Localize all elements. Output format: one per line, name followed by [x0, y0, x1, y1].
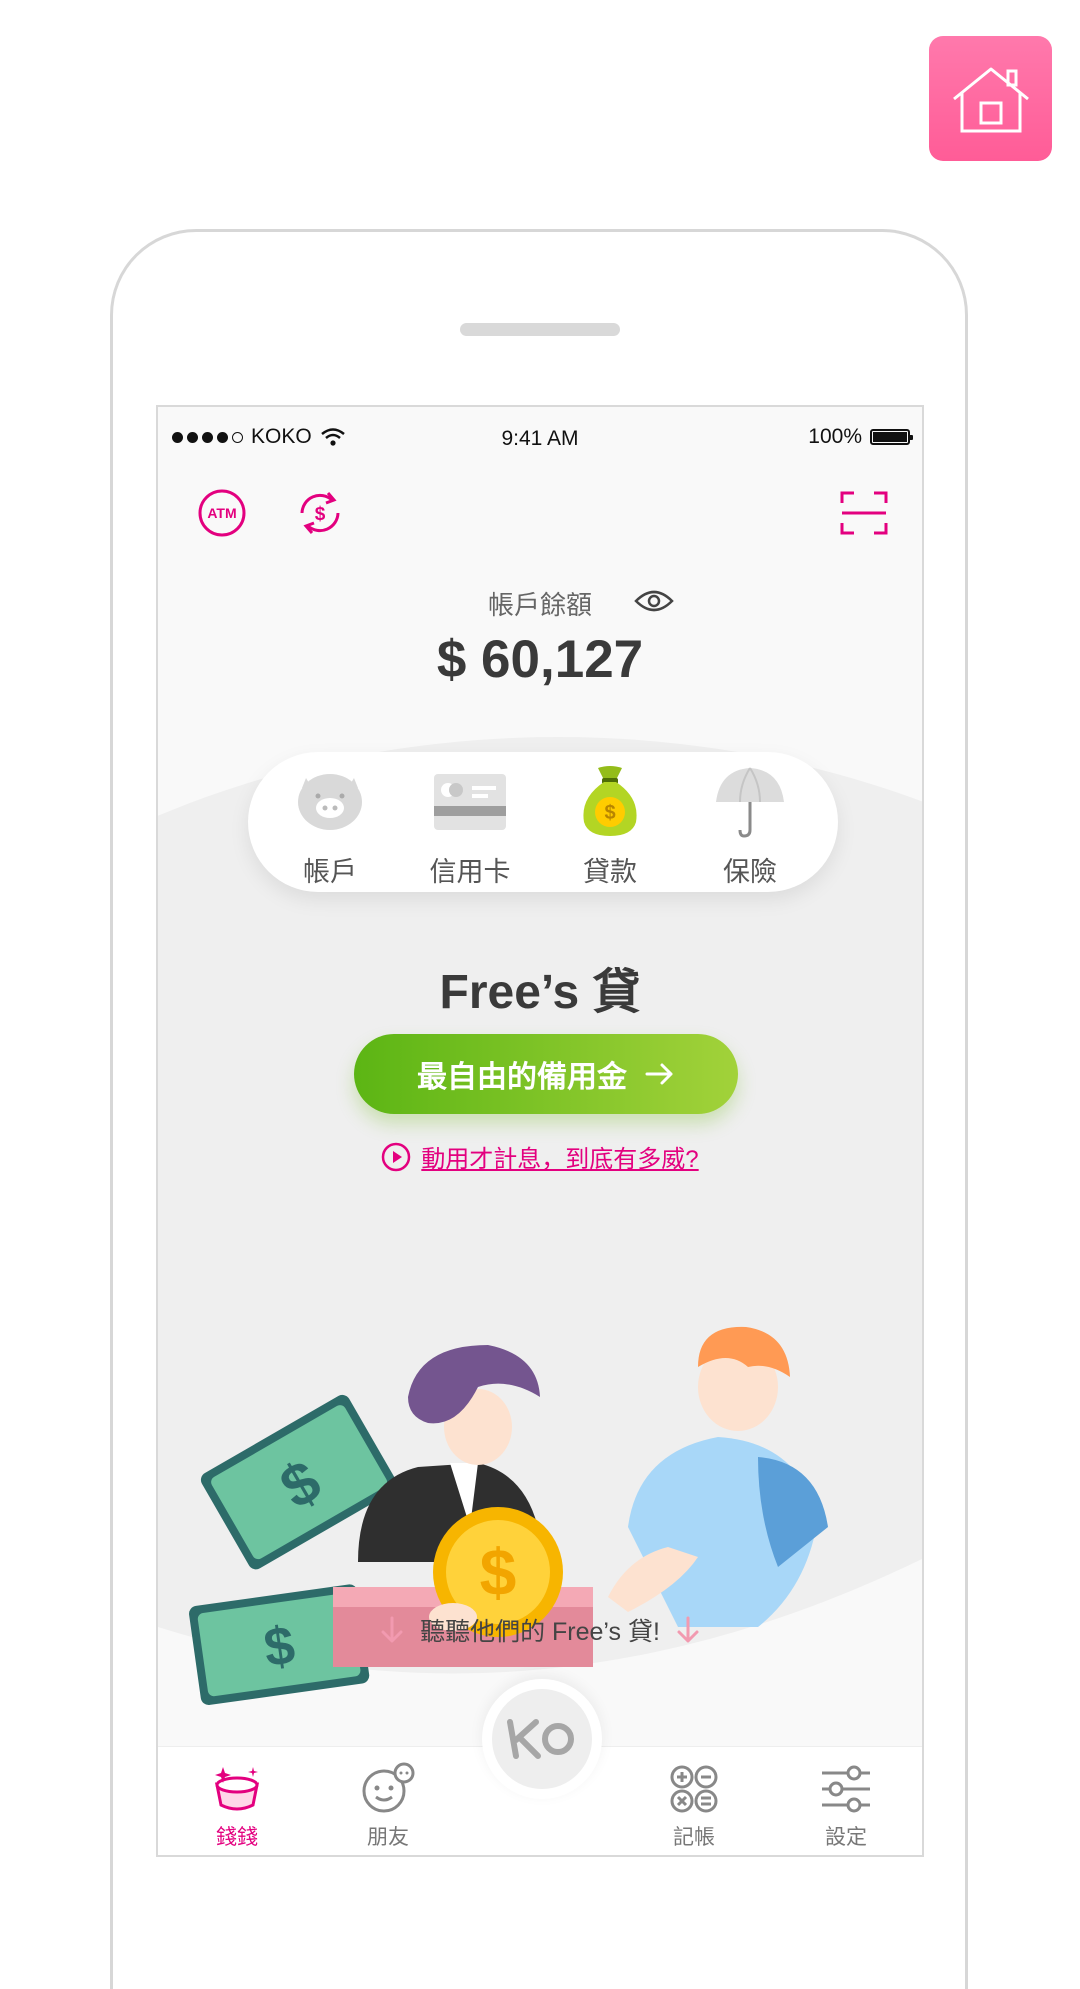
tab-label: 錢錢 [216, 1826, 258, 1849]
atm-icon[interactable]: ATM [196, 487, 248, 539]
cta-button[interactable]: 最自由的備用金 [354, 1034, 738, 1114]
tab-settings[interactable]: 設定 [796, 1761, 896, 1851]
balance-label: 帳戶餘額 [487, 590, 592, 620]
arrow-down-icon [381, 1616, 403, 1643]
info-link[interactable]: 動用才計息，到底有多威? [158, 1139, 922, 1174]
tab-bookkeeping[interactable]: 記帳 [644, 1761, 744, 1851]
umbrella-icon [716, 767, 784, 838]
friends-icon [362, 1762, 415, 1813]
arrow-right-icon [645, 1063, 673, 1085]
tab-money[interactable]: 錢錢 [187, 1761, 287, 1851]
money-bag-icon: $ [583, 766, 637, 836]
info-link-text: 動用才計息，到底有多威? [421, 1146, 699, 1173]
category-label: 信用卡 [429, 857, 511, 887]
svg-text:$: $ [315, 504, 326, 525]
currency-exchange-icon[interactable]: $ [294, 487, 346, 539]
arrow-down-icon [677, 1616, 699, 1643]
tab-label: 朋友 [367, 1826, 409, 1849]
ko-logo-icon [507, 1719, 574, 1759]
gold-ingot-icon [214, 1767, 260, 1811]
category-loan[interactable]: $ 貸款 [550, 764, 670, 889]
status-bar: KOKO 9:41 AM 100% [158, 425, 922, 455]
scan-icon[interactable] [838, 487, 890, 539]
tab-label: 設定 [825, 1826, 867, 1849]
app-screen: KOKO 9:41 AM 100% ATM $ 帳戶餘額 $ 60,127 帳戶… [156, 405, 924, 1857]
category-label: 保險 [723, 857, 777, 887]
category-credit-card[interactable]: 信用卡 [410, 764, 530, 889]
play-circle-icon [382, 1142, 411, 1171]
category-label: 帳戶 [303, 857, 357, 887]
loan-illustration: $ $ $ [158, 1326, 922, 1747]
category-account[interactable]: 帳戶 [270, 764, 390, 889]
svg-text:$: $ [480, 1535, 517, 1609]
tab-friends[interactable]: 朋友 [338, 1761, 438, 1851]
home-button[interactable] [929, 36, 1052, 161]
cta-label: 最自由的備用金 [417, 1061, 627, 1094]
svg-text:ATM: ATM [207, 505, 236, 521]
battery-icon [870, 429, 913, 445]
home-icon [952, 67, 1029, 132]
balance-value: $ 60,127 [436, 630, 644, 689]
credit-card-icon [434, 774, 506, 830]
category-selector: 帳戶 信用卡 $ 貸款 保險 [248, 752, 838, 892]
tab-label: 記帳 [673, 1826, 715, 1849]
piggy-bank-icon [298, 774, 362, 830]
battery-percent: 100% [808, 425, 862, 448]
product-title: Free’s 貸 [439, 966, 641, 1019]
svg-text:$: $ [604, 802, 615, 824]
testimonials-text: 聽聽他們的 Free’s 貸! [420, 1618, 660, 1646]
eye-icon[interactable] [633, 587, 675, 615]
category-label: 貸款 [583, 857, 637, 887]
phone-speaker [460, 323, 620, 336]
settings-sliders-icon [822, 1765, 870, 1813]
testimonials-hint[interactable]: 聽聽他們的 Free’s 貸! [158, 1612, 922, 1648]
category-insurance[interactable]: 保險 [690, 764, 810, 889]
calculator-icon [670, 1765, 718, 1813]
ko-home-button[interactable] [482, 1679, 602, 1799]
